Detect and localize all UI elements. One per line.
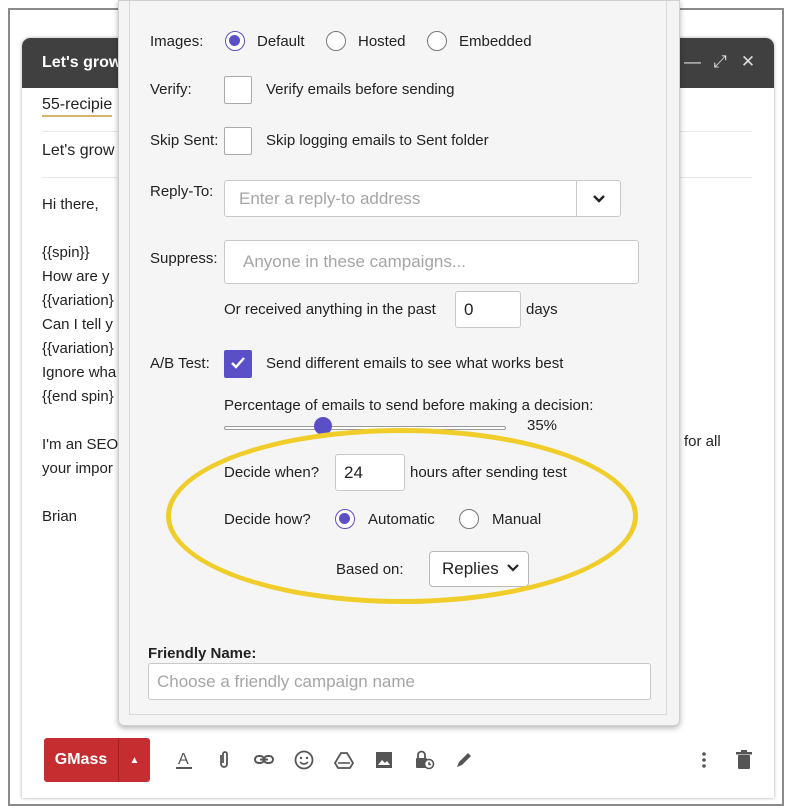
- suppress-days-input[interactable]: 0: [455, 291, 521, 328]
- body-line: {{variation}: [42, 292, 114, 309]
- body-line: Brian: [42, 508, 78, 525]
- verify-text: Verify emails before sending: [266, 81, 455, 98]
- percentage-label: Percentage of emails to send before maki…: [224, 397, 594, 414]
- compose-title: Let's grow: [42, 54, 122, 71]
- skip-sent-checkbox[interactable]: [224, 127, 252, 155]
- decide-how-label: Decide how?: [224, 511, 311, 528]
- images-radio-default[interactable]: [225, 31, 245, 51]
- body-line: Ignore wha: [42, 364, 117, 381]
- reply-to-label: Reply-To:: [150, 183, 214, 200]
- reply-to-input[interactable]: Enter a reply-to address: [224, 180, 621, 217]
- decide-when-label: Decide when?: [224, 464, 320, 481]
- body-line: Can I tell y: [42, 316, 113, 333]
- based-on-label: Based on:: [336, 561, 404, 578]
- link-icon[interactable]: [244, 740, 284, 780]
- reply-to-placeholder: Enter a reply-to address: [239, 188, 421, 208]
- suppress-past-prefix: Or received anything in the past: [224, 301, 436, 318]
- email-body[interactable]: Hi there, {{spin}} How are y {{variation…: [42, 193, 118, 529]
- chevron-down-icon: [592, 192, 606, 207]
- ab-test-checkbox[interactable]: [224, 350, 252, 378]
- suppress-days-value: 0: [464, 299, 474, 319]
- percentage-slider-track[interactable]: [224, 426, 506, 430]
- decide-how-radio-manual[interactable]: [459, 509, 479, 529]
- skip-sent-text: Skip logging emails to Sent folder: [266, 132, 489, 149]
- suppress-input[interactable]: Anyone in these campaigns...: [224, 240, 639, 284]
- ab-test-label: A/B Test:: [150, 355, 210, 372]
- gmass-settings-toggle[interactable]: ▲: [118, 738, 150, 782]
- body-line: Hi there,: [42, 196, 99, 213]
- skip-sent-label: Skip Sent:: [150, 132, 219, 149]
- images-radio-hosted[interactable]: [326, 31, 346, 51]
- ab-test-text: Send different emails to see what works …: [266, 355, 564, 372]
- suppress-past-suffix: days: [526, 301, 558, 318]
- images-option-embedded: Embedded: [459, 33, 532, 50]
- based-on-value: Replies: [442, 559, 499, 578]
- body-line: {{variation}: [42, 340, 114, 357]
- decide-how-option-manual: Manual: [492, 511, 542, 528]
- body-line: How are y: [42, 268, 110, 285]
- body-line: [42, 409, 118, 433]
- percentage-value: 35%: [527, 417, 558, 434]
- body-line: {{spin}}: [42, 244, 90, 261]
- suppress-placeholder: Anyone in these campaigns...: [243, 252, 467, 271]
- expand-icon[interactable]: ⤢: [712, 52, 728, 72]
- chevron-down-icon: [506, 561, 520, 576]
- close-icon[interactable]: ✕: [740, 52, 756, 72]
- settings-panel-inner: Images: Default Hosted Embedded Verify: …: [129, 1, 667, 715]
- images-option-hosted: Hosted: [358, 33, 406, 50]
- verify-checkbox[interactable]: [224, 76, 252, 104]
- more-options-icon[interactable]: [684, 740, 724, 780]
- caret-up-icon: ▲: [129, 754, 140, 766]
- decide-how-option-automatic: Automatic: [368, 511, 435, 528]
- window-controls: — ⤢ ✕: [684, 52, 756, 72]
- decide-when-value: 24: [344, 462, 363, 482]
- body-right-text: for all: [684, 433, 721, 450]
- friendly-name-input[interactable]: Choose a friendly campaign name: [148, 663, 651, 700]
- svg-text:A: A: [178, 751, 189, 768]
- drive-icon[interactable]: [324, 740, 364, 780]
- decide-when-input[interactable]: 24: [335, 454, 405, 491]
- minimize-icon[interactable]: —: [684, 52, 701, 72]
- gmass-send-button[interactable]: GMass: [44, 738, 118, 782]
- signature-icon[interactable]: [444, 740, 484, 780]
- images-label: Images:: [150, 33, 204, 50]
- body-line: I'm an SEO: [42, 436, 119, 453]
- friendly-name-label: Friendly Name:: [148, 645, 257, 662]
- suppress-label: Suppress:: [150, 250, 218, 267]
- attach-icon[interactable]: [204, 740, 244, 780]
- checkmark-icon: [230, 354, 246, 375]
- decide-when-suffix: hours after sending test: [410, 464, 567, 481]
- emoji-icon[interactable]: [284, 740, 324, 780]
- gmass-settings-panel: Images: Default Hosted Embedded Verify: …: [118, 0, 680, 726]
- format-text-icon[interactable]: A: [164, 740, 204, 780]
- confidential-icon[interactable]: [404, 740, 444, 780]
- images-radio-embedded[interactable]: [427, 31, 447, 51]
- reply-to-dropdown-button[interactable]: [576, 181, 620, 217]
- decide-how-radio-automatic[interactable]: [335, 509, 355, 529]
- based-on-select[interactable]: Replies: [429, 551, 529, 587]
- verify-label: Verify:: [150, 81, 192, 98]
- body-line: [42, 481, 118, 505]
- image-icon[interactable]: [364, 740, 404, 780]
- body-line: your impor: [42, 460, 113, 477]
- percentage-slider-thumb[interactable]: [313, 417, 332, 435]
- subject-text: Let's grow: [42, 142, 115, 159]
- trash-icon[interactable]: [724, 740, 764, 780]
- body-line: {{end spin}: [42, 388, 114, 405]
- images-option-default: Default: [257, 33, 305, 50]
- body-line: [42, 217, 118, 241]
- friendly-name-placeholder: Choose a friendly campaign name: [157, 671, 415, 691]
- recipients-text: 55-recipie: [42, 96, 113, 117]
- compose-toolbar: GMass ▲ A: [44, 738, 764, 782]
